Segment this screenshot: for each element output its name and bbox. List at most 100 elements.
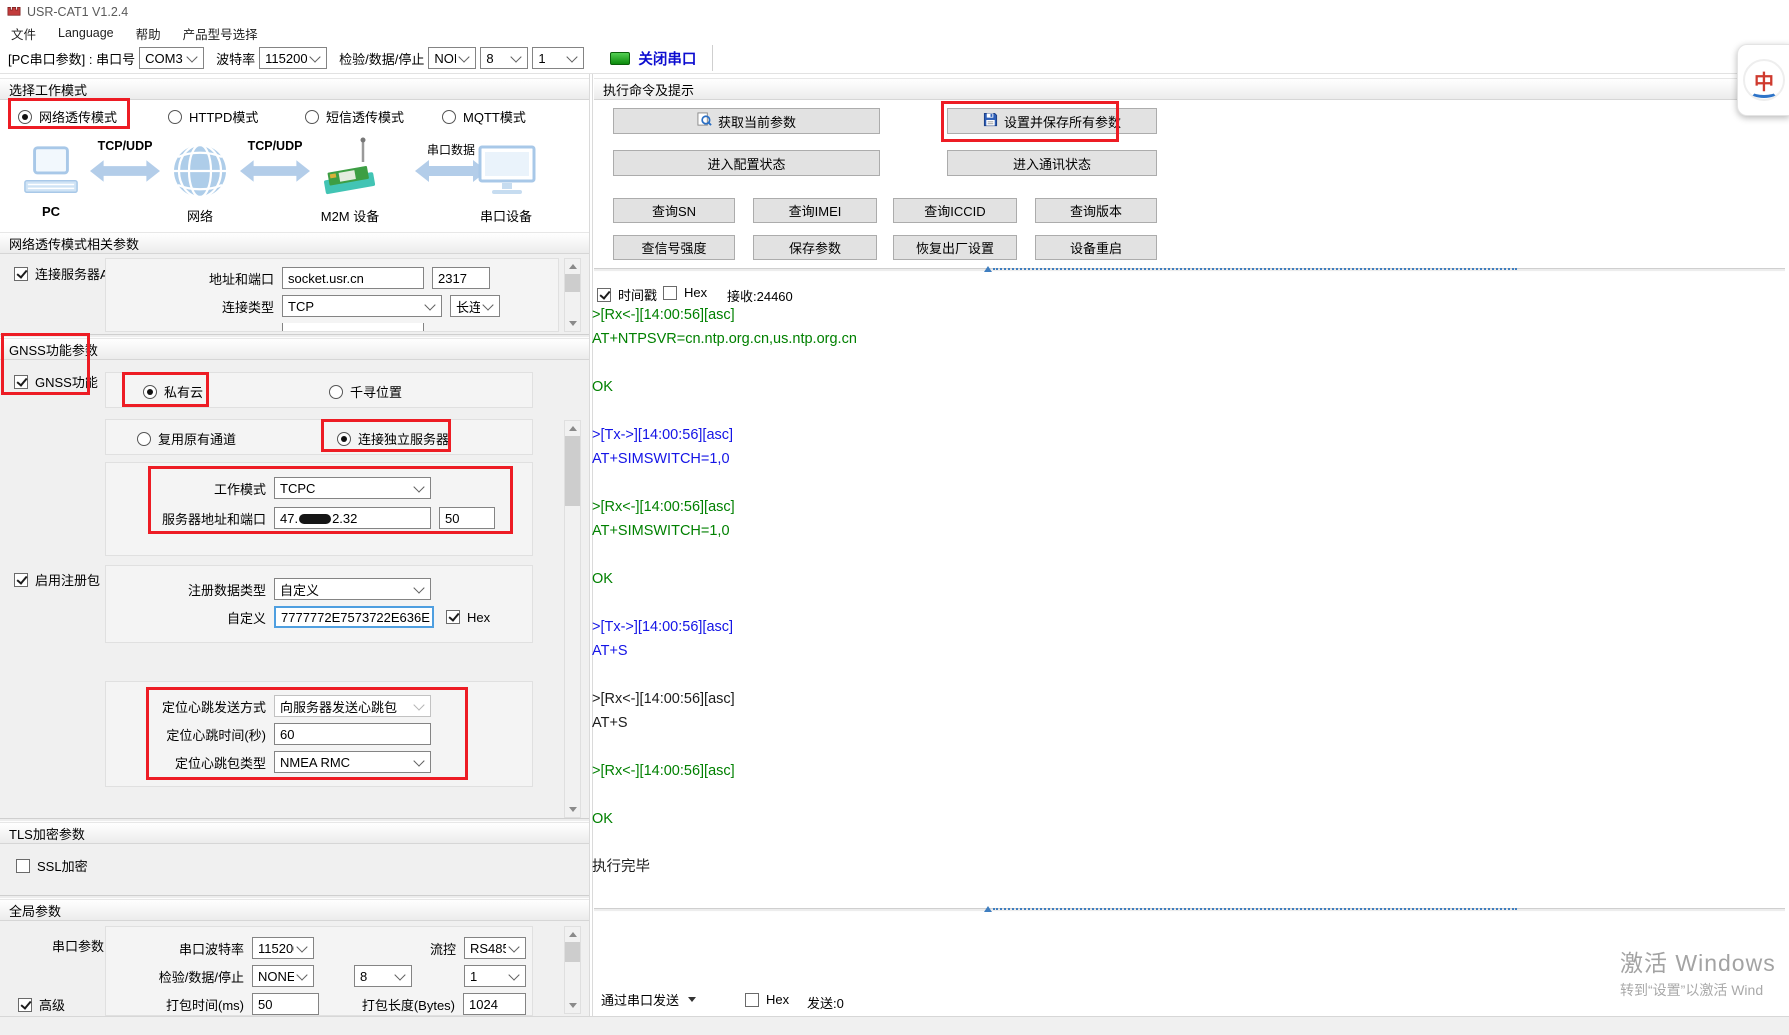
enter-config-state-button[interactable]: 进入配置状态 [613, 150, 880, 176]
checkbox-icon [597, 288, 611, 302]
query-iccid-button[interactable]: 查询ICCID [893, 198, 1017, 223]
send-hex-checkbox[interactable]: Hex [745, 992, 789, 1007]
log-line: >[Rx<-][14:00:56][asc] [592, 303, 1582, 327]
factory-reset-button[interactable]: 恢复出厂设置 [893, 235, 1017, 260]
save-params-button[interactable]: 保存参数 [753, 235, 877, 260]
radio-label: 连接独立服务器 [358, 429, 449, 448]
scroll-up-button[interactable] [565, 927, 580, 942]
global-data-bits-select[interactable]: 8 [354, 965, 412, 987]
radio-sms-transparent-mode[interactable]: 短信透传模式 [305, 107, 404, 126]
gnss-server-port-input[interactable]: 50 [439, 507, 495, 529]
scroll-up-button[interactable] [565, 259, 580, 274]
log-line: >[Rx<-][14:00:56][asc] [592, 687, 1582, 711]
gnss-work-mode-select[interactable]: TCPC [274, 477, 431, 499]
query-signal-button[interactable]: 查信号强度 [613, 235, 735, 260]
checkbox-label: 启用注册包 [35, 570, 100, 589]
pack-len-input[interactable]: 1024 [463, 993, 526, 1015]
ime-language-icon[interactable]: 中 [1737, 44, 1789, 116]
query-sn-button[interactable]: 查询SN [613, 198, 735, 223]
server-a-port-input[interactable]: 2317 [432, 267, 490, 289]
register-packet-checkbox[interactable]: 启用注册包 [14, 570, 100, 589]
reg-type-select[interactable]: 自定义 [274, 578, 431, 600]
scrollbar[interactable] [564, 258, 581, 332]
scroll-thumb[interactable] [565, 436, 580, 506]
menu-item-help[interactable]: 帮助 [125, 24, 172, 43]
checkbox-label: 时间戳 [618, 285, 657, 304]
send-via-serial-button[interactable]: 通过串口发送 [601, 990, 696, 1009]
query-imei-button[interactable]: 查询IMEI [753, 198, 877, 223]
chevron-down-icon [413, 582, 424, 593]
hb-type-select[interactable]: NMEA RMC [274, 751, 431, 773]
radio-qianxun-location[interactable]: 千寻位置 [329, 382, 402, 401]
menu-item-file[interactable]: 文件 [0, 24, 47, 43]
log-output[interactable]: >[Rx<-][14:00:56][asc]AT+NTPSVR=cn.ntp.o… [592, 303, 1582, 903]
global-parity-select[interactable]: NONE [252, 965, 314, 987]
get-current-params-button[interactable]: 获取当前参数 [613, 108, 880, 134]
splitter-collapse-icon[interactable] [984, 266, 992, 272]
log-line: AT+NTPSVR=cn.ntp.org.cn,us.ntp.org.cn [592, 327, 1582, 351]
parity-select[interactable]: NONI [428, 47, 476, 69]
gnss-server-ip-input[interactable]: 47.2.32 [274, 507, 431, 529]
scroll-thumb[interactable] [565, 942, 580, 962]
global-baud-select[interactable]: 115200 [252, 937, 314, 959]
log-line [592, 591, 1582, 615]
menu-item-product-model[interactable]: 产品型号选择 [172, 24, 269, 43]
menu-item-language[interactable]: Language [47, 26, 125, 40]
scroll-down-button[interactable] [565, 998, 580, 1013]
splitter-handle[interactable] [993, 268, 1517, 273]
com-port-select[interactable]: COM3 [139, 47, 204, 69]
flow-control-label: 流控 [430, 939, 464, 958]
query-version-button[interactable]: 查询版本 [1035, 198, 1157, 223]
timestamp-checkbox[interactable]: 时间戳 [597, 285, 657, 304]
scroll-down-button[interactable] [565, 802, 580, 817]
scrollbar[interactable] [564, 420, 581, 818]
input-value: 1024 [469, 997, 498, 1012]
server-a-address-input[interactable]: socket.usr.cn [282, 267, 424, 289]
custom-data-input[interactable]: 7777772E7573722E636E [274, 606, 434, 628]
data-bits-select[interactable]: 8 [480, 47, 528, 69]
splitter-collapse-icon[interactable] [984, 906, 992, 912]
radio-net-transparent-mode[interactable]: 网络透传模式 [18, 107, 117, 126]
advanced-checkbox[interactable]: 高级 [18, 995, 65, 1014]
radio-reuse-channel[interactable]: 复用原有通道 [137, 429, 236, 448]
radio-label: 私有云 [164, 382, 203, 401]
radio-independent-server[interactable]: 连接独立服务器 [337, 429, 449, 448]
hb-time-input[interactable]: 60 [274, 723, 431, 745]
enter-comm-state-button[interactable]: 进入通讯状态 [947, 150, 1157, 176]
radio-mqtt-mode[interactable]: MQTT模式 [442, 107, 526, 126]
input-value: socket.usr.cn [288, 271, 364, 286]
input-value: 47. [280, 511, 298, 526]
baud-rate-select[interactable]: 115200 [259, 47, 327, 69]
device-reboot-button[interactable]: 设备重启 [1035, 235, 1157, 260]
custom-label: 自定义 [106, 608, 274, 627]
scroll-up-button[interactable] [565, 421, 580, 436]
conn-keep-select[interactable]: 长连接 [450, 295, 500, 317]
reg-type-label: 注册数据类型 [106, 580, 274, 599]
gnss-enable-checkbox[interactable]: GNSS功能 [14, 372, 98, 391]
radio-private-cloud[interactable]: 私有云 [143, 382, 203, 401]
conn-type-select[interactable]: TCP [282, 295, 442, 317]
checkbox-icon [14, 375, 28, 389]
radio-httpd-mode[interactable]: HTTPD模式 [168, 107, 258, 126]
button-label: 查询ICCID [924, 201, 985, 220]
scroll-thumb[interactable] [565, 274, 580, 292]
clipped-input[interactable] [282, 323, 424, 332]
scrollbar[interactable] [564, 926, 581, 1014]
splitter-handle[interactable] [993, 908, 1517, 913]
set-save-all-params-button[interactable]: 设置并保存所有参数 [947, 108, 1157, 134]
log-line [592, 831, 1582, 855]
pack-time-input[interactable]: 50 [252, 993, 319, 1015]
input-value: 50 [258, 997, 272, 1012]
close-serial-button[interactable]: 关闭串口 [610, 48, 696, 69]
chevron-down-icon [296, 941, 307, 952]
scroll-down-button[interactable] [565, 316, 580, 331]
custom-hex-checkbox[interactable]: Hex [446, 610, 490, 625]
flow-control-select[interactable]: RS485 [464, 937, 526, 959]
double-arrow-icon [240, 158, 310, 187]
server-a-checkbox[interactable]: 连接服务器A [14, 264, 109, 283]
global-stop-bits-select[interactable]: 1 [464, 965, 526, 987]
stop-bits-select[interactable]: 1 [532, 47, 584, 69]
log-hex-checkbox[interactable]: Hex [663, 285, 707, 300]
radio-icon [337, 432, 351, 446]
ssl-checkbox[interactable]: SSL加密 [16, 856, 88, 875]
